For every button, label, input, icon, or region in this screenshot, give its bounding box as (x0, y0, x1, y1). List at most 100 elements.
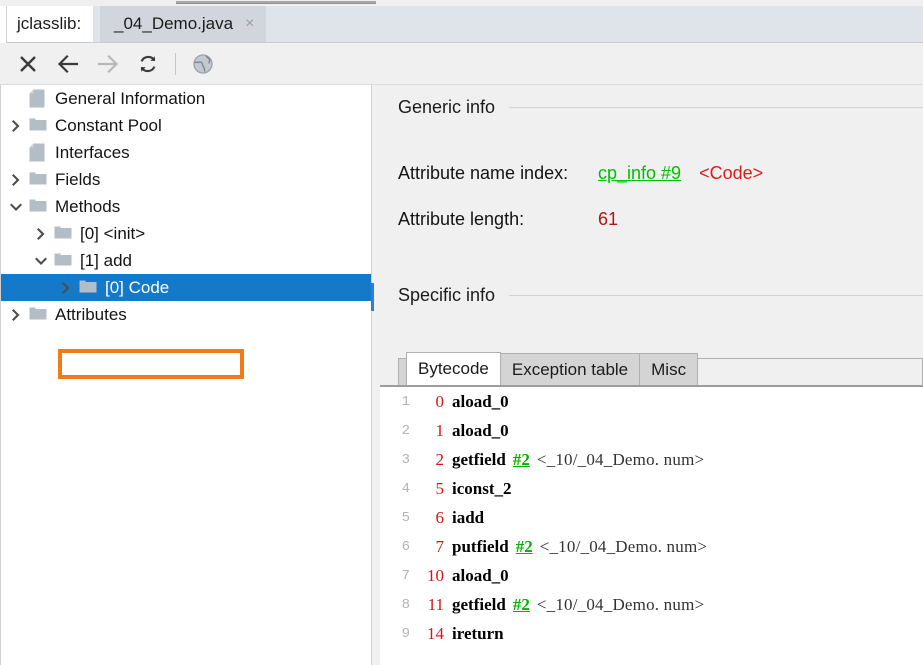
generic-info-label: Generic info (398, 97, 496, 117)
bytecode-line-number: 8 (401, 596, 410, 613)
bytecode-line[interactable]: 9 14 ireturn (380, 619, 923, 648)
bytecode-offset: 5 (435, 478, 445, 498)
document-tab[interactable]: _04_Demo.java × (100, 6, 267, 42)
bytecode-offset: 0 (435, 391, 445, 411)
folder-icon (29, 116, 47, 136)
folder-icon (54, 251, 72, 271)
back-button[interactable] (48, 47, 88, 81)
constant-pool-link[interactable]: #2 (516, 537, 533, 557)
close-button[interactable] (8, 47, 48, 81)
forward-icon (97, 54, 119, 73)
attribute-length-label: Attribute length: (398, 209, 525, 229)
jclasslib-window: jclasslib: _04_Demo.java × General Infor… (0, 0, 923, 665)
bytecode-mnemonic: ireturn (452, 623, 504, 643)
toolbar (0, 43, 923, 85)
bytecode-offset: 6 (435, 507, 445, 527)
bytecode-mnemonic: aload_0 (452, 420, 509, 440)
tree-node[interactable]: General Information (1, 85, 371, 112)
bytecode-line[interactable]: 8 11 getfield #2 <_10/_04_Demo. num> (380, 590, 923, 619)
attribute-name-index-label: Attribute name index: (398, 163, 569, 183)
title-bar: jclasslib: _04_Demo.java × (0, 6, 923, 43)
chevron-down-icon[interactable] (34, 254, 48, 268)
tree-node[interactable]: Interfaces (1, 139, 371, 166)
tree-node-label: General Information (55, 89, 206, 108)
tree-node-label: Attributes (55, 305, 127, 324)
bytecode-line[interactable]: 5 6 iadd (380, 503, 923, 532)
close-icon[interactable]: × (243, 16, 256, 32)
attribute-detail-panel: Generic info Attribute name index: cp_inf… (380, 85, 923, 665)
specific-info-heading: Specific info (398, 285, 923, 306)
bytecode-line-number: 1 (401, 393, 410, 410)
document-icon (29, 89, 47, 109)
constant-pool-link[interactable]: #2 (513, 595, 530, 615)
section-rule (509, 295, 923, 296)
bytecode-mnemonic: aload_0 (452, 391, 509, 411)
tab-misc[interactable]: Misc (639, 353, 699, 385)
document-tab-label: _04_Demo.java (114, 14, 234, 33)
chevron-right-icon[interactable] (9, 119, 23, 133)
tree-node[interactable]: Fields (1, 166, 371, 193)
bytecode-line[interactable]: 4 5 iconst_2 (380, 474, 923, 503)
tab-bytecode[interactable]: Bytecode (406, 352, 501, 385)
chevron-right-icon[interactable] (59, 281, 73, 295)
attribute-length-row: Attribute length: 61 (398, 209, 618, 230)
window-edge-nub (176, 1, 376, 4)
bytecode-line[interactable]: 3 2 getfield #2 <_10/_04_Demo. num> (380, 445, 923, 474)
bytecode-line[interactable]: 6 7 putfield #2 <_10/_04_Demo. num> (380, 532, 923, 561)
folder-icon (29, 305, 47, 325)
attribute-name-index-link[interactable]: cp_info #9 (598, 163, 681, 183)
bytecode-offset: 14 (427, 623, 444, 643)
bytecode-line-number: 6 (401, 538, 410, 555)
bytecode-line-number: 4 (401, 480, 410, 497)
tab-exception-table[interactable]: Exception table (499, 353, 641, 385)
chevron-down-icon[interactable] (9, 200, 23, 214)
section-rule (509, 107, 923, 108)
bytecode-line[interactable]: 2 1 aload_0 (380, 416, 923, 445)
bytecode-offset: 2 (435, 449, 445, 469)
chevron-right-icon[interactable] (9, 173, 23, 187)
forward-button (88, 47, 128, 81)
chevron-right-icon[interactable] (9, 308, 23, 322)
bytecode-descriptor: <_10/_04_Demo. num> (536, 449, 705, 469)
folder-icon (54, 224, 72, 244)
app-title-label: jclasslib: (7, 6, 94, 42)
bytecode-mnemonic: putfield (452, 536, 509, 556)
splitter-grip[interactable] (371, 283, 374, 311)
tree-node[interactable]: Constant Pool (1, 112, 371, 139)
class-structure-tree[interactable]: General Information Constant Pool Interfac… (0, 85, 371, 665)
tree-node[interactable]: [1] add (1, 247, 371, 274)
constant-pool-link[interactable]: #2 (513, 450, 530, 470)
chevron-right-icon[interactable] (34, 227, 48, 241)
tree-node-selected[interactable]: [0] Code (1, 274, 371, 301)
toolbar-separator (175, 52, 176, 75)
bytecode-offset: 11 (427, 594, 444, 614)
back-icon (57, 54, 79, 73)
browse-button[interactable] (183, 47, 223, 81)
bytecode-line[interactable]: 1 0 aload_0 (380, 387, 923, 416)
bytecode-listing[interactable]: 1 0 aload_0 2 1 aload_0 3 2 getfield #2 <_10/_04_D… (380, 385, 923, 665)
close-icon (20, 55, 36, 72)
reload-icon (140, 55, 156, 72)
bytecode-offset: 10 (427, 565, 444, 585)
bytecode-mnemonic: aload_0 (452, 565, 509, 585)
bytecode-line-number: 7 (401, 567, 410, 584)
bytecode-line[interactable]: 7 10 aload_0 (380, 561, 923, 590)
reload-button[interactable] (128, 47, 168, 81)
tabstrip-lead (398, 358, 406, 385)
tree-node-label: Constant Pool (55, 116, 162, 135)
detail-tabstrip: Bytecode Exception table Misc (398, 352, 923, 385)
tree-node[interactable]: Methods (1, 193, 371, 220)
tree-node-label: [1] add (80, 251, 132, 270)
specific-info-label: Specific info (398, 285, 496, 305)
tabstrip-tail (698, 358, 923, 385)
tree-node[interactable]: [0] <init> (1, 220, 371, 247)
panel-splitter[interactable] (371, 85, 380, 665)
bytecode-offset: 7 (435, 536, 445, 556)
attribute-name-index-row: Attribute name index: cp_info #9 <Code> (398, 163, 763, 184)
tree-node-label: Methods (55, 197, 121, 216)
bytecode-line-number: 2 (401, 422, 410, 439)
attribute-length-value: 61 (598, 209, 619, 229)
browse-icon (193, 53, 213, 74)
generic-info-heading: Generic info (398, 97, 923, 118)
tree-node[interactable]: Attributes (1, 301, 371, 328)
